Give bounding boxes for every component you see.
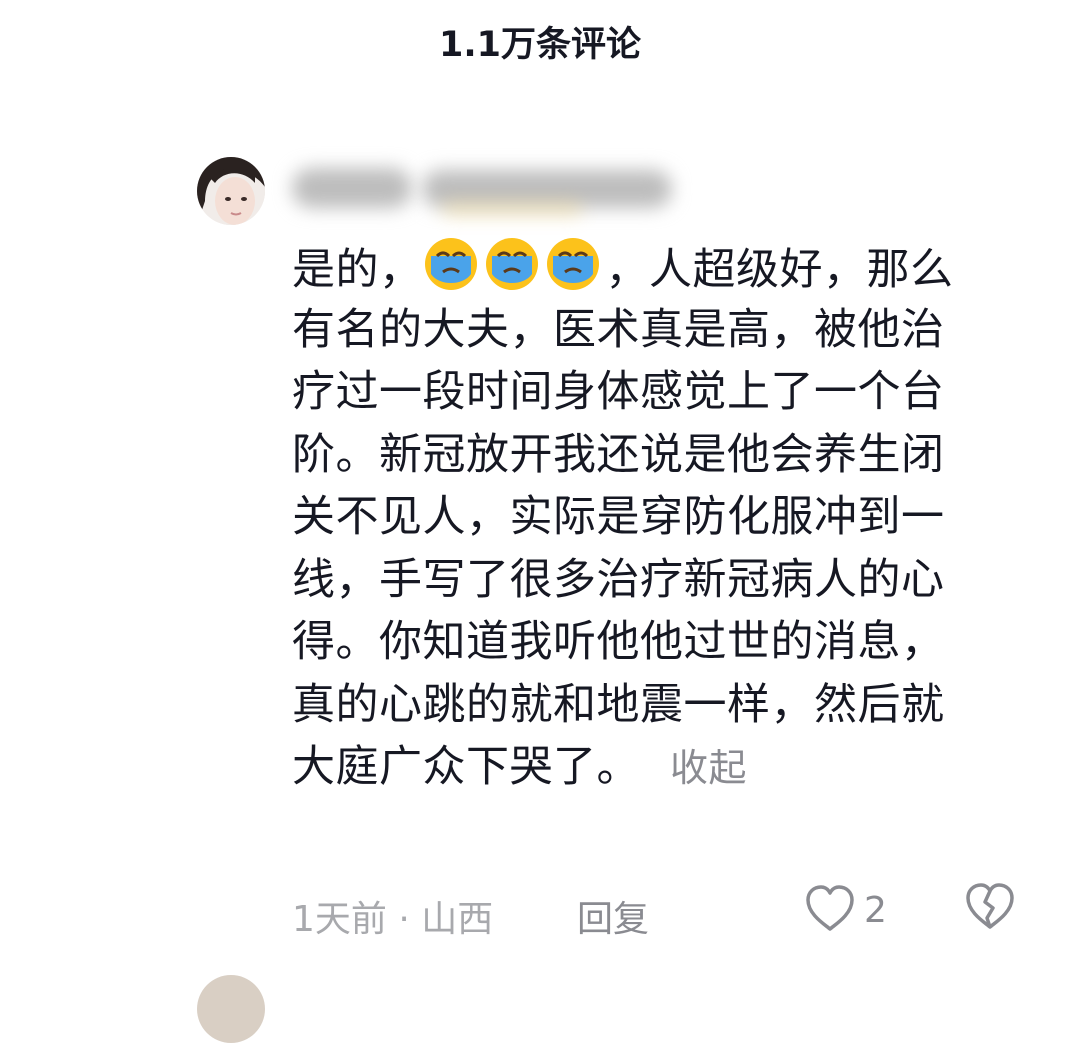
comment-line-4: 阶。新冠放开我还说是他会养生闭	[292, 429, 945, 480]
reply-button[interactable]: 回复	[577, 890, 649, 942]
comment-line-7: 得。你知道我听他他过世的消息，	[292, 617, 945, 667]
comment-line-2: 有名的大夫，医术真是高，被他治	[292, 304, 945, 355]
comments-count-title: 1.1万条评论	[438, 25, 641, 65]
next-comment-avatar[interactable]	[197, 975, 265, 1043]
like-count: 2	[864, 890, 887, 931]
comment-line-5: 关不见人，实际是穿防化服冲到一	[292, 492, 945, 542]
comment-line-9: 大庭广众下哭了。 收起	[292, 736, 1037, 799]
comment-text: 是的， ，人超级好，那么 有名的大夫，医术真是高，被他治 疗过一段时间身体感觉上了…	[292, 236, 1037, 799]
crying-face-emoji-icon	[546, 238, 599, 290]
comment-text-segment: ，人超级好，那么	[605, 245, 954, 295]
time-location: 1天前 · 山西	[292, 899, 494, 940]
crying-face-emoji-icon	[424, 238, 477, 290]
comment-line-6: 线，手写了很多治疗新冠病人的心	[292, 554, 945, 605]
avatar[interactable]	[197, 157, 265, 225]
comment-meta-row: 1天前 · 山西 回复 2	[292, 882, 1037, 942]
emoji-group	[423, 238, 606, 295]
comment-line-1: 是的， ，人超级好，那么	[292, 236, 1037, 299]
heart-outline-icon	[806, 885, 854, 931]
username-blurred[interactable]	[292, 160, 692, 216]
comment-text-segment: 是的，	[292, 245, 423, 295]
comment-text-segment: 大庭广众下哭了。	[292, 742, 640, 792]
comment-line-3: 疗过一段时间身体感觉上了一个台	[292, 367, 945, 417]
dislike-button[interactable]	[964, 882, 1020, 938]
broken-heart-icon	[966, 883, 1014, 929]
crying-face-emoji-icon	[485, 238, 538, 290]
comment-line-8: 真的心跳的就和地震一样，然后就	[292, 679, 945, 730]
collapse-button[interactable]: 收起	[670, 746, 747, 790]
